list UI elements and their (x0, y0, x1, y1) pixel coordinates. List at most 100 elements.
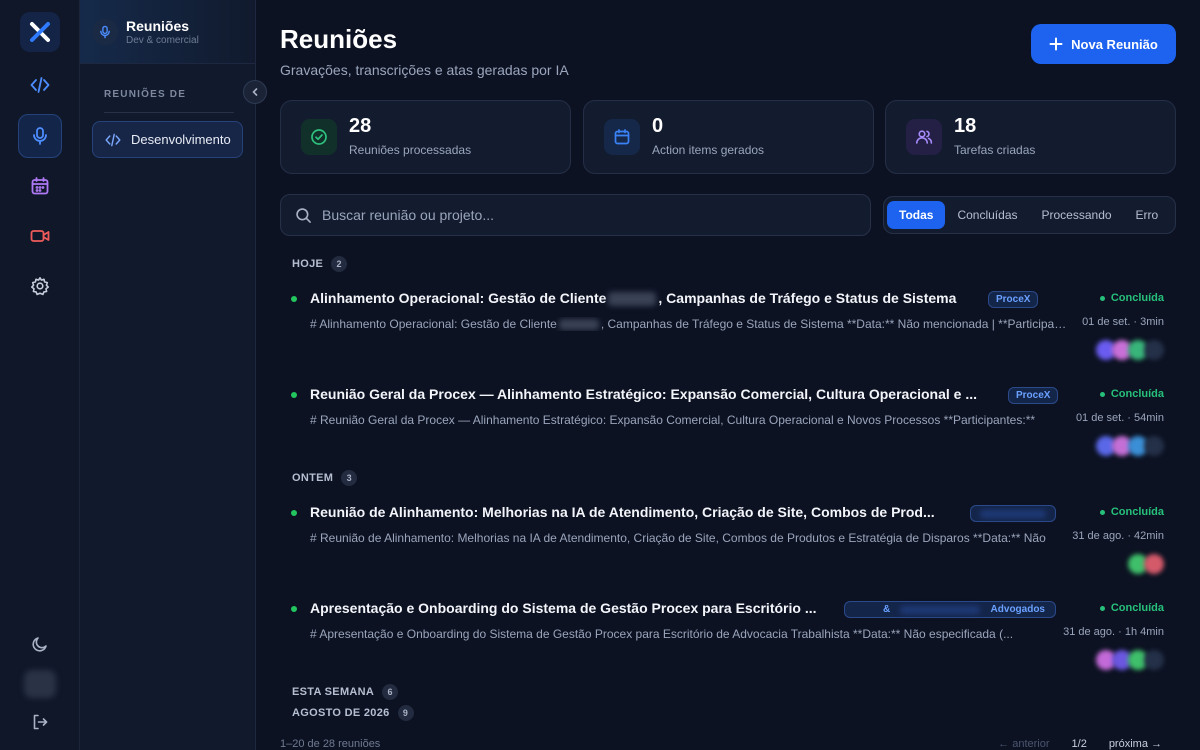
status-badge: Concluída (1099, 292, 1164, 304)
group-count: 9 (397, 705, 414, 721)
meeting-title-part: Alinhamento Operacional: Gestão de Clien… (310, 290, 607, 306)
meeting-title-part: , Campanhas de Tráfego e Status de Siste… (658, 290, 957, 306)
calendar-icon[interactable] (18, 164, 62, 208)
logout-icon[interactable] (18, 700, 62, 744)
stat-card-tasks: 18 Tarefas criadas (885, 100, 1176, 174)
meeting-snippet: # Reunião Geral da Procex — Alinhamento … (310, 413, 1036, 427)
filter-erro[interactable]: Erro (1124, 201, 1171, 229)
status-dot (291, 510, 297, 516)
group-header-agosto[interactable]: AGOSTO DE 2026 9 (292, 705, 414, 721)
meeting-title[interactable]: Reunião de Alinhamento: Melhorias na IA … (310, 504, 935, 520)
calendar-icon (604, 119, 640, 155)
pagination-footer: 1–20 de 28 reuniões ← anterior 1/2 próxi… (280, 738, 1176, 750)
stat-label: Action items gerados (652, 143, 765, 157)
meeting-row[interactable]: Apresentação e Onboarding do Sistema de … (280, 592, 1176, 678)
redacted-text (900, 605, 981, 614)
participant-avatars (1096, 650, 1164, 670)
page-title: Reuniões (280, 24, 398, 54)
prev-page-button[interactable]: ← anterior (998, 738, 1049, 750)
redacted-text (980, 509, 1046, 518)
microphone-icon (92, 18, 118, 45)
meeting-date-duration: 31 de ago. · 1h 4min (1063, 626, 1164, 638)
meeting-snippet: # Reunião de Alinhamento: Melhorias na I… (310, 531, 1046, 545)
collapse-sidebar-button[interactable] (243, 80, 267, 104)
group-label: ESTA SEMANA (292, 686, 375, 698)
meeting-row[interactable]: Reunião Geral da Procex — Alinhamento Es… (280, 378, 1176, 464)
stat-card-action-items: 0 Action items gerados (583, 100, 874, 174)
meeting-row[interactable]: Reunião de Alinhamento: Melhorias na IA … (280, 496, 1176, 582)
status-label: Concluída (1110, 602, 1164, 614)
redacted-text (558, 319, 599, 331)
meeting-snippet: # Apresentação e Onboarding do Sistema d… (310, 627, 1014, 641)
project-tag[interactable]: ProceX (988, 291, 1039, 308)
avatar[interactable] (24, 670, 56, 698)
group-count: 3 (341, 470, 358, 486)
status-filter: Todas Concluídas Processando Erro (883, 196, 1176, 234)
status-label: Concluída (1110, 506, 1164, 518)
nav-item-label: Desenvolvimento (131, 132, 231, 147)
filter-processando[interactable]: Processando (1030, 201, 1124, 229)
status-badge: Concluída (1099, 602, 1164, 614)
page-subtitle: Gravações, transcrições e atas geradas p… (280, 62, 569, 78)
pagination: ← anterior 1/2 próxima → (998, 738, 1162, 750)
meeting-date-duration: 31 de ago. · 42min (1072, 530, 1164, 542)
main-content: Reuniões Gravações, transcrições e atas … (256, 0, 1200, 750)
group-count: 2 (331, 256, 348, 272)
status-badge: Concluída (1099, 388, 1164, 400)
video-icon[interactable] (18, 214, 62, 258)
stat-label: Reuniões processadas (349, 143, 472, 157)
group-label: ONTEM (292, 472, 334, 484)
icon-rail (0, 0, 80, 750)
filter-concluidas[interactable]: Concluídas (945, 201, 1029, 229)
stat-card-meetings: 28 Reuniões processadas (280, 100, 571, 174)
new-meeting-button[interactable]: Nova Reunião (1031, 24, 1176, 64)
section-label: REUNIÕES DE (104, 89, 187, 100)
code-icon[interactable] (18, 63, 62, 107)
meeting-title[interactable]: Alinhamento Operacional: Gestão de Clien… (310, 290, 957, 307)
snippet-part: # Alinhamento Operacional: Gestão de Cli… (310, 317, 557, 331)
project-tag[interactable]: & Advogados (844, 601, 1056, 618)
check-circle-icon (301, 119, 337, 155)
gear-icon[interactable] (18, 264, 62, 308)
users-icon (906, 119, 942, 155)
status-label: Concluída (1110, 388, 1164, 400)
panel-header: Reuniões Dev & comercial (80, 0, 255, 64)
group-header-hoje: HOJE 2 (292, 256, 348, 272)
project-tag[interactable] (970, 505, 1056, 522)
group-label: HOJE (292, 258, 324, 270)
chevron-left-icon (252, 88, 258, 96)
participant-avatars (1096, 436, 1164, 456)
meeting-snippet: # Alinhamento Operacional: Gestão de Cli… (310, 317, 1070, 331)
stat-label: Tarefas criadas (954, 143, 1036, 157)
panel-subtitle: Dev & comercial (126, 34, 199, 46)
group-count: 6 (382, 684, 399, 700)
nav-item-desenvolvimento[interactable]: Desenvolvimento (92, 121, 243, 158)
status-dot (291, 606, 297, 612)
tag-part: Advogados (990, 604, 1045, 615)
meeting-title[interactable]: Reunião Geral da Procex — Alinhamento Es… (310, 386, 977, 402)
stat-value: 0 (652, 115, 664, 137)
section-panel: Reuniões Dev & comercial REUNIÕES DE Des… (80, 0, 256, 750)
page-indicator: 1/2 (1071, 738, 1087, 750)
microphone-icon[interactable] (18, 114, 62, 158)
participant-avatars (1096, 340, 1164, 360)
group-label: AGOSTO DE 2026 (292, 707, 390, 719)
next-page-button[interactable]: próxima → (1109, 738, 1162, 750)
x-logo-icon[interactable] (20, 12, 60, 52)
divider (104, 112, 234, 113)
meeting-title[interactable]: Apresentação e Onboarding do Sistema de … (310, 600, 817, 616)
moon-icon[interactable] (18, 622, 62, 666)
tag-part: & (883, 604, 891, 615)
filter-todas[interactable]: Todas (887, 201, 946, 229)
search-input[interactable] (322, 207, 822, 223)
new-meeting-label: Nova Reunião (1071, 36, 1158, 52)
panel-title: Reuniões (126, 17, 190, 34)
meeting-date-duration: 01 de set. · 54min (1075, 412, 1164, 424)
meeting-row[interactable]: Alinhamento Operacional: Gestão de Clien… (280, 282, 1176, 368)
status-badge: Concluída (1099, 506, 1164, 518)
search-bar (280, 194, 871, 236)
group-header-esta-semana[interactable]: ESTA SEMANA 6 (292, 684, 399, 700)
project-tag[interactable]: ProceX (1008, 387, 1059, 404)
participant-avatars (1128, 554, 1164, 574)
stat-value: 18 (954, 115, 977, 137)
